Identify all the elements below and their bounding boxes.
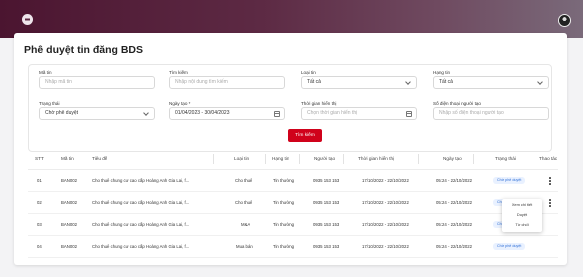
cell-stt: 03 — [37, 222, 42, 227]
cell-loai-tin: Cho thuê — [235, 178, 253, 183]
cell-ngay-tao: 05:24 - 22/10/2022 — [436, 244, 473, 249]
header-cell: Trạng thái — [495, 156, 516, 161]
page-title: Phê duyệt tin đăng BDS — [24, 44, 144, 56]
cell-nguoi-tao: 0935 153 153 — [313, 200, 340, 205]
header-cell: Thao tác — [539, 156, 558, 161]
date-range-placeholder: Chọn thời gian hiển thị — [307, 110, 358, 116]
ngay-tao-date-range[interactable]: 01/04/2023 - 30/04/2023 — [169, 107, 285, 120]
user-avatar-icon[interactable] — [558, 14, 571, 27]
cell-tieu-de: Cho thuê chung cư cao cấp Hoàng Anh Gia … — [92, 178, 190, 183]
cell-ngay-tao: 05:24 - 22/10/2022 — [436, 222, 473, 227]
header-cell: Ngày tạo — [443, 156, 462, 161]
table-row[interactable]: 02 BAN002 Cho thuê chung cư cao cấp Hoàn… — [28, 192, 558, 214]
cell-hang-tin: Tin thường — [273, 222, 295, 227]
cell-stt: 02 — [37, 200, 42, 205]
search-input[interactable]: Nhập nội dung tìm kiếm — [169, 76, 285, 89]
cell-nguoi-tao: 0935 153 153 — [313, 222, 340, 227]
cell-tieu-de: Cho thuê chung cư cao cấp Hoàng Anh Gia … — [92, 200, 190, 205]
filter-hang-tin: Hạng tin Tất cả — [433, 69, 549, 89]
thoi-gian-hien-thi-date-range[interactable]: Chọn thời gian hiển thị — [301, 107, 417, 120]
cell-loai-tin: Cho thuê — [235, 200, 253, 205]
filter-so-dien-thoai: Số điện thoại người tạo Nhập số điện tho… — [433, 100, 549, 120]
chevron-down-icon — [537, 79, 543, 85]
chevron-down-icon — [405, 79, 411, 85]
calendar-icon — [274, 111, 280, 117]
chevron-down-icon — [143, 110, 149, 116]
main-card: Phê duyệt tin đăng BDS Mã tin Nhập mã ti… — [14, 33, 567, 265]
menu-item-approve[interactable]: Duyệt — [502, 211, 542, 219]
field-label: Mã tin — [39, 70, 52, 75]
filter-trang-thai: Trạng thái Chờ phê duyệt — [39, 100, 155, 120]
cell-tieu-de: Cho thuê chung cư cao cấp Hoàng Anh Gia … — [92, 244, 190, 249]
table-row[interactable]: 01 BAN002 Cho thuê chung cư cao cấp Hoàn… — [28, 170, 558, 192]
cell-loai-tin: Mua bán — [236, 244, 253, 249]
hang-tin-select[interactable]: Tất cả — [433, 76, 549, 89]
cell-loai-tin: M&A — [241, 222, 251, 227]
trang-thai-select[interactable]: Chờ phê duyệt — [39, 107, 155, 120]
filter-ngay-tao: Ngày tạo * 01/04/2023 - 30/04/2023 — [169, 100, 285, 120]
filter-thoi-gian-hien-thi: Thời gian hiển thị Chọn thời gian hiển t… — [301, 100, 417, 120]
select-value: Tất cả — [307, 79, 321, 85]
table-row[interactable]: 04 BAN002 Cho thuê chung cư cao cấp Hoàn… — [28, 236, 558, 258]
header-cell: Loại tin — [234, 156, 250, 161]
menu-icon[interactable] — [22, 14, 33, 25]
field-label: Hạng tin — [433, 70, 451, 75]
filter-ma-tin: Mã tin Nhập mã tin — [39, 69, 155, 89]
cell-thoi-gian: 17/10/2022 - 22/10/2022 — [362, 178, 409, 183]
ma-tin-input[interactable]: Nhập mã tin — [39, 76, 155, 89]
header-cell: Mã tin — [61, 156, 74, 161]
field-label: Tìm kiếm — [169, 70, 188, 75]
cell-ngay-tao: 05:24 - 22/10/2022 — [436, 178, 473, 183]
cell-thoi-gian: 17/10/2022 - 22/10/2022 — [362, 222, 409, 227]
loai-tin-select[interactable]: Tất cả — [301, 76, 417, 89]
cell-hang-tin: Tin thường — [273, 178, 295, 183]
cell-nguoi-tao: 0935 153 153 — [313, 178, 340, 183]
header-cell: Hạng tin — [272, 156, 290, 161]
menu-item-view-detail[interactable]: Xem chi tiết — [502, 201, 542, 209]
field-label: Loại tin — [301, 70, 316, 75]
date-range-value: 01/04/2023 - 30/04/2023 — [175, 110, 230, 116]
select-value: Chờ phê duyệt — [45, 110, 79, 116]
cell-stt: 01 — [37, 178, 42, 183]
status-badge: Chờ phê duyệt — [493, 177, 526, 185]
header-cell: Thời gian hiển thị — [358, 156, 395, 161]
status-badge: Chờ phê duyệt — [493, 243, 526, 251]
cell-thoi-gian: 17/10/2022 - 22/10/2022 — [362, 244, 409, 249]
cell-ma-tin: BAN002 — [61, 244, 78, 249]
calendar-icon — [406, 111, 412, 117]
cell-thoi-gian: 17/10/2022 - 22/10/2022 — [362, 200, 409, 205]
table-row[interactable]: 03 BAN002 Cho thuê chung cư cao cấp Hoàn… — [28, 214, 558, 236]
table-header: STT Mã tin Tiêu đề Loại tin Hạng tin Ngư… — [28, 148, 558, 170]
cell-hang-tin: Tin thường — [273, 200, 295, 205]
cell-ma-tin: BAN002 — [61, 222, 78, 227]
phone-input[interactable]: Nhập số điện thoại người tạo — [433, 107, 549, 120]
field-label: Thời gian hiển thị — [301, 101, 337, 106]
field-label: Số điện thoại người tạo — [433, 101, 481, 106]
cell-hang-tin: Tin thường — [273, 244, 295, 249]
cell-ngay-tao: 05:24 - 22/10/2022 — [436, 200, 473, 205]
field-label: Trạng thái — [39, 101, 60, 106]
select-value: Tất cả — [439, 79, 453, 85]
filter-loai-tin: Loại tin Tất cả — [301, 69, 417, 89]
cell-tieu-de: Cho thuê chung cư cao cấp Hoàng Anh Gia … — [92, 222, 190, 227]
more-vertical-icon[interactable] — [548, 176, 552, 186]
cell-ma-tin: BAN002 — [61, 178, 78, 183]
filter-tim-kiem: Tìm kiếm Nhập nội dung tìm kiếm — [169, 69, 285, 89]
cell-ma-tin: BAN002 — [61, 200, 78, 205]
status-cell: Chờ phê duyệt — [493, 170, 526, 192]
row-action-menu: Xem chi tiết Duyệt Từ chối — [502, 199, 542, 232]
field-label: Ngày tạo * — [169, 101, 191, 106]
more-vertical-icon[interactable] — [548, 198, 552, 208]
search-button[interactable]: Tìm kiếm — [288, 129, 322, 142]
status-cell: Chờ phê duyệt — [493, 236, 526, 258]
cell-stt: 04 — [37, 244, 42, 249]
menu-item-reject[interactable]: Từ chối — [502, 221, 542, 229]
cell-nguoi-tao: 0935 153 153 — [313, 244, 340, 249]
header-cell: Tiêu đề — [92, 156, 108, 161]
header-cell: STT — [35, 156, 44, 161]
header-cell: Người tạo — [314, 156, 336, 161]
